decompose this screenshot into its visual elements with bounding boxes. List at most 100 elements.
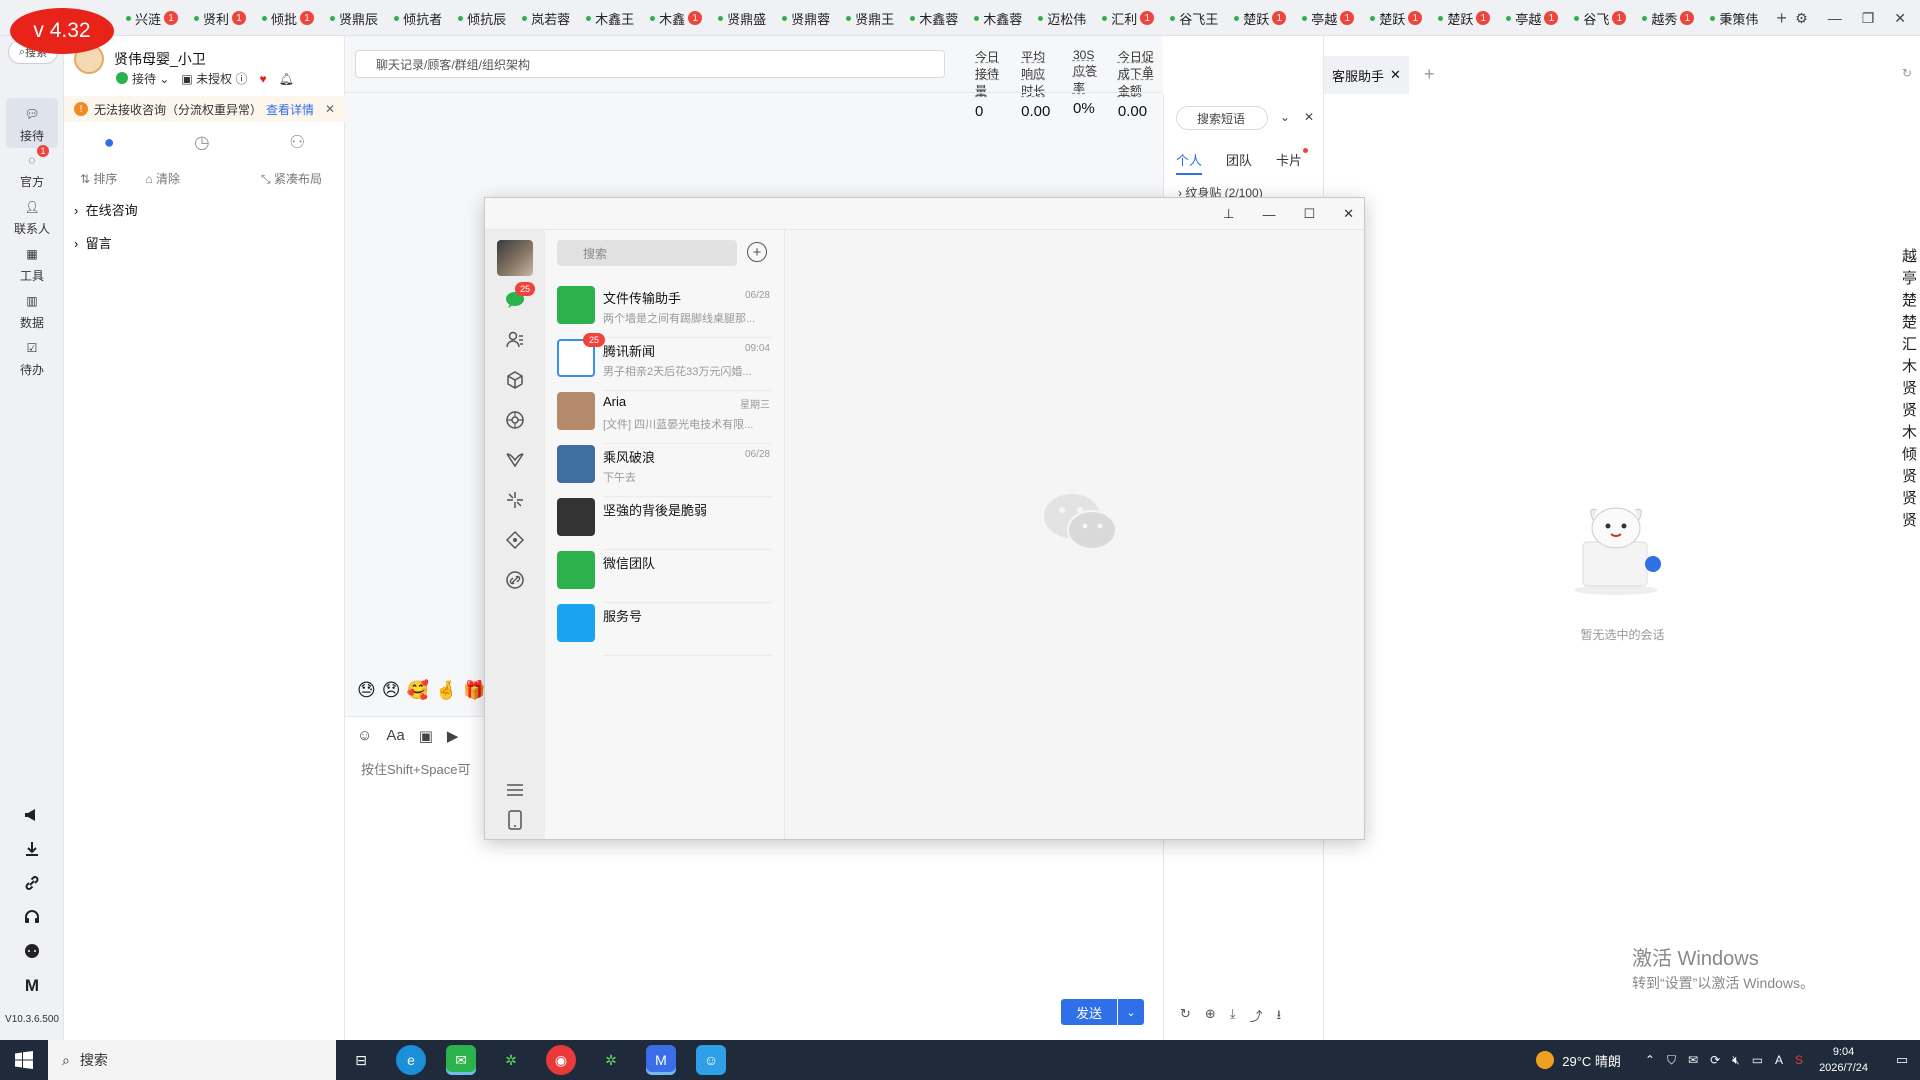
wechat-search-input[interactable]: 搜索 — [557, 240, 737, 266]
image-icon[interactable]: ▣ — [419, 727, 433, 745]
restore-icon[interactable]: ❐ — [1862, 10, 1875, 27]
shop-tab[interactable]: 秉策伟 — [1704, 6, 1766, 30]
shop-tab[interactable]: 亭越 1 — [1296, 6, 1362, 30]
quick-reply-search[interactable]: 搜索短语 — [1176, 106, 1268, 130]
wechat-tray-icon[interactable]: ✉ — [1688, 1053, 1698, 1068]
emoji-icon[interactable]: 😓 — [357, 680, 376, 701]
link-icon[interactable] — [503, 568, 527, 592]
shop-tab[interactable]: 倾批 1 — [256, 6, 322, 30]
shop-tab[interactable]: 贤鼎辰 — [324, 6, 386, 30]
mini-program-icon[interactable] — [503, 528, 527, 552]
phone-icon[interactable] — [503, 808, 527, 832]
close-icon[interactable]: ✕ — [325, 102, 335, 116]
edge-browser-icon[interactable]: e — [396, 1045, 426, 1075]
alert-details-link[interactable]: 查看详情 — [266, 101, 314, 118]
emoji-icon[interactable]: 🎁 — [463, 680, 485, 701]
link-icon[interactable] — [0, 874, 64, 892]
add-icon[interactable]: ⊕ — [1205, 1006, 1216, 1028]
clear-button[interactable]: ⌂ 清除 — [145, 170, 194, 187]
minimize-icon[interactable]: — — [1262, 207, 1275, 222]
close-icon[interactable]: ✕ — [1894, 10, 1906, 27]
import-icon[interactable]: ⤓ — [1230, 1006, 1236, 1028]
app-star-icon[interactable]: ✲ — [496, 1045, 526, 1075]
shop-tab[interactable]: 木鑫 1 — [644, 6, 710, 30]
wechat-app-icon[interactable]: ✉ — [446, 1045, 476, 1075]
refresh-icon[interactable]: ↻ — [1902, 66, 1912, 80]
rail-item-1[interactable]: ◌ 1 官方 — [6, 144, 58, 194]
close-icon[interactable]: ✕ — [1390, 67, 1401, 83]
speaker-mute-icon[interactable]: 🔇︎ — [1732, 1053, 1740, 1068]
pin-icon[interactable]: ⊥ — [1223, 206, 1234, 222]
shop-tab[interactable]: 楚跃 1 — [1364, 6, 1430, 30]
customer-service-app-icon[interactable]: ☺ — [696, 1045, 726, 1075]
shop-tab[interactable]: 倾抗者 — [388, 6, 450, 30]
send-options-dropdown[interactable]: ⌄ — [1118, 999, 1144, 1025]
add-tab-icon[interactable]: + — [1424, 64, 1435, 85]
m-logo-icon[interactable]: M — [0, 976, 64, 996]
download-icon[interactable] — [0, 840, 64, 858]
app-star-icon-2[interactable]: ✲ — [596, 1045, 626, 1075]
list-item[interactable]: 服务号 — [545, 592, 784, 656]
shop-tab[interactable]: 谷飞王 — [1164, 6, 1226, 30]
group-messages[interactable]: › 留言 — [74, 233, 112, 252]
close-icon[interactable]: ✕ — [1304, 110, 1314, 124]
shop-tab[interactable]: 贤鼎蓉 — [776, 6, 838, 30]
menu-icon[interactable] — [503, 778, 527, 802]
avatar[interactable] — [497, 240, 533, 276]
channels-icon[interactable] — [503, 448, 527, 472]
chevron-double-down-icon[interactable]: ⌄ — [1280, 110, 1290, 124]
emoji-icon[interactable]: 🤞 — [435, 680, 457, 701]
auth-status[interactable]: ▣ 未授权 ⓘ — [181, 70, 247, 87]
shop-tab[interactable]: 岚若蓉 — [516, 6, 578, 30]
moments-icon[interactable] — [503, 408, 527, 432]
shop-tab[interactable]: 谷飞 1 — [1568, 6, 1634, 30]
shop-tab[interactable]: 越秀 1 — [1636, 6, 1702, 30]
chevron-down-icon[interactable]: ⌄ — [1143, 58, 1153, 72]
shop-tab[interactable]: 木鑫蓉 — [968, 6, 1030, 30]
close-icon[interactable]: ✕ — [1343, 206, 1354, 222]
tab-team[interactable]: 团队 — [1226, 150, 1252, 175]
shop-tab[interactable]: 木鑫王 — [580, 6, 642, 30]
feedback-icon[interactable] — [0, 942, 64, 960]
task-view-icon[interactable]: ⊟ — [346, 1045, 376, 1075]
chat-bubble-icon[interactable]: ● — [104, 132, 115, 158]
shop-tab[interactable]: 迈松伟 — [1032, 6, 1094, 30]
rail-item-0[interactable]: 💬︎ 接待 — [6, 98, 58, 148]
qianniu-app-icon[interactable]: M — [646, 1045, 676, 1075]
taskbar-search[interactable]: ⌕ 搜索 — [48, 1040, 336, 1080]
video-icon[interactable]: ▶ — [447, 727, 459, 745]
font-icon[interactable]: Aa — [386, 727, 404, 745]
rail-item-2[interactable]: 👤︎ 联系人 — [6, 191, 58, 241]
sort-button[interactable]: ⇅ 排序 — [80, 170, 131, 187]
netease-music-icon[interactable]: ◉ — [546, 1045, 576, 1075]
rail-item-5[interactable]: ☑ 待办 — [6, 332, 58, 382]
export-icon[interactable]: ⤴ — [1250, 1006, 1263, 1028]
ime-icon[interactable]: A — [1775, 1053, 1783, 1068]
add-icon[interactable]: + — [747, 242, 767, 262]
compact-layout-button[interactable]: ⤡ 紧凑布局 — [261, 170, 336, 187]
chat-bubble-icon[interactable]: 25 — [503, 282, 535, 312]
weather-widget[interactable]: 29°C 晴朗 — [1536, 1051, 1621, 1070]
download-icon[interactable]: ⭳ — [1277, 1006, 1282, 1028]
send-button[interactable]: 发送 — [1061, 999, 1117, 1025]
shop-tab[interactable]: 贤利 1 — [188, 6, 254, 30]
emoji-icon[interactable]: 😞 — [382, 680, 401, 701]
shield-icon[interactable]: ⛉ — [1667, 1053, 1676, 1068]
tab-assistant[interactable]: 客服助手 ✕ — [1324, 56, 1409, 94]
reception-status[interactable]: 接待 ⌄ — [116, 70, 169, 87]
network-icon[interactable]: ▭ — [1752, 1053, 1763, 1068]
settings-icon[interactable]: ⚙ — [1795, 10, 1808, 27]
clock-icon[interactable]: ◷ — [194, 132, 210, 158]
headset-icon[interactable] — [0, 908, 64, 926]
windows-start-icon[interactable] — [0, 1040, 48, 1080]
shop-tab[interactable]: 倾抗辰 — [452, 6, 514, 30]
composer-hint[interactable]: 按住Shift+Space可 — [361, 759, 470, 778]
shop-tab[interactable]: 楚跃 1 — [1432, 6, 1498, 30]
maximize-icon[interactable]: ☐ — [1303, 206, 1315, 222]
emoji-icon[interactable]: ☺ — [357, 727, 372, 745]
shop-tab[interactable]: 亭越 1 — [1500, 6, 1566, 30]
rail-item-3[interactable]: ▦ 工具 — [6, 238, 58, 288]
megaphone-icon[interactable] — [0, 806, 64, 824]
shop-tab[interactable]: 贤鼎王 — [840, 6, 902, 30]
tab-cards[interactable]: 卡片 — [1276, 148, 1309, 175]
